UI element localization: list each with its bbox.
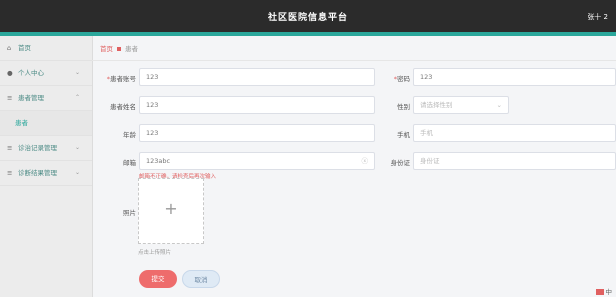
- chevron-up-icon: ⌃: [74, 94, 80, 101]
- patient-no-label: *患者账号: [106, 75, 136, 83]
- gender-placeholder: 请选择性别: [420, 101, 453, 109]
- sidebar-item-label: 个人中心: [18, 69, 44, 77]
- submit-button[interactable]: 提交: [139, 270, 177, 288]
- divider: [92, 60, 616, 61]
- sidebar-item-home[interactable]: ⌂ 首页: [0, 36, 92, 61]
- email-label: 邮箱: [123, 159, 136, 167]
- cancel-button[interactable]: 取消: [182, 270, 220, 288]
- id-card-label: 身份证: [390, 159, 411, 167]
- breadcrumb-separator: [117, 46, 121, 51]
- list-icon: ≡: [7, 169, 13, 177]
- patient-name-input[interactable]: 123: [139, 96, 375, 114]
- home-icon: ⌂: [7, 44, 12, 52]
- clear-icon[interactable]: ⓧ: [362, 153, 369, 169]
- sidebar-item-label: 首页: [18, 44, 31, 52]
- ime-logo-icon: [595, 289, 604, 295]
- sidebar-item-personal-center[interactable]: ● 个人中心 ⌄: [0, 61, 92, 86]
- top-header: 社区医院信息平台 张十 2: [0, 0, 616, 32]
- sidebar-item-label: 诊断结果管理: [18, 169, 57, 177]
- patient-no-input[interactable]: 123: [139, 68, 375, 86]
- sidebar-item-diagnosis-results[interactable]: ≡ 诊断结果管理 ⌄: [0, 161, 92, 186]
- age-input[interactable]: 123: [139, 124, 375, 142]
- sidebar-item-treatment-records[interactable]: ≡ 诊治记录管理 ⌄: [0, 136, 92, 161]
- sidebar-item-patient-management[interactable]: ≡ 患者管理 ⌃: [0, 86, 92, 111]
- photo-label: 照片: [123, 209, 136, 217]
- chevron-down-icon: ⌄: [74, 69, 80, 76]
- chevron-down-icon: ⌄: [74, 144, 80, 151]
- phone-label: 手机: [397, 131, 410, 139]
- breadcrumb-current: 患者: [125, 45, 138, 53]
- photo-upload-tip: 点击上传照片: [138, 250, 172, 256]
- patient-name-label: 患者姓名: [110, 103, 136, 111]
- age-label: 年龄: [123, 131, 136, 139]
- plus-icon: +: [164, 199, 178, 218]
- input-method-indicator: 中: [595, 286, 612, 296]
- chevron-down-icon: ⌄: [496, 101, 502, 109]
- app-title: 社区医院信息平台: [267, 13, 348, 23]
- id-card-input[interactable]: 身份证: [413, 152, 616, 170]
- photo-upload[interactable]: +: [138, 178, 204, 244]
- chevron-down-icon: ⌄: [74, 169, 80, 176]
- phone-input[interactable]: 手机: [413, 124, 616, 142]
- gender-label: 性别: [397, 103, 410, 111]
- sidebar-item-label: 诊治记录管理: [18, 144, 57, 152]
- breadcrumb: 首页 患者: [100, 40, 138, 58]
- password-input[interactable]: 123: [413, 68, 616, 86]
- sidebar-subitem-patient[interactable]: 患者: [0, 111, 92, 136]
- list-icon: ≡: [7, 144, 13, 152]
- list-icon: ≡: [7, 94, 13, 102]
- user-icon: ●: [7, 69, 13, 77]
- breadcrumb-home[interactable]: 首页: [100, 45, 113, 53]
- sidebar: ⌂ 首页 ● 个人中心 ⌄ ≡ 患者管理 ⌃ 患者 ≡ 诊治记录管理 ⌄ ≡ 诊断结果管理…: [0, 36, 93, 297]
- email-input[interactable]: 123abc ⓧ: [139, 152, 375, 170]
- sidebar-item-label: 患者管理: [18, 94, 44, 102]
- gender-select[interactable]: 请选择性别 ⌄: [413, 96, 509, 114]
- user-menu[interactable]: 张十 2: [587, 12, 608, 22]
- password-label: *密码: [393, 75, 410, 83]
